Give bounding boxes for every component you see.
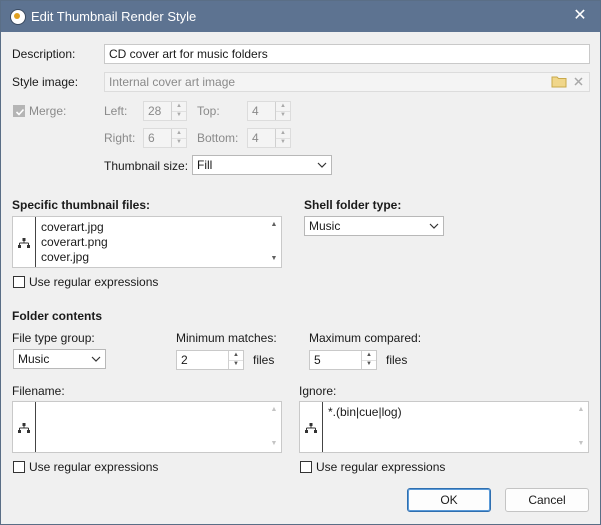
right-value: 6 — [148, 131, 155, 145]
title-bar: Edit Thumbnail Render Style ✕ — [1, 1, 600, 32]
ok-button[interactable]: OK — [407, 488, 491, 512]
description-label: Description: — [12, 47, 76, 61]
thumbnail-size-label: Thumbnail size: — [104, 159, 189, 173]
scroll-down-icon[interactable]: ▼ — [267, 438, 281, 450]
scroll-up-icon[interactable]: ▲ — [574, 404, 588, 416]
scroll-down-icon[interactable]: ▼ — [267, 253, 281, 265]
top-value: 4 — [252, 104, 259, 118]
filename-list[interactable]: ▲ ▼ — [12, 401, 282, 453]
left-label: Left: — [104, 104, 128, 118]
max-compared-down-icon[interactable]: ▼ — [362, 360, 376, 369]
list-item[interactable]: coverart.png — [41, 235, 108, 250]
specific-files-label: Specific thumbnail files: — [12, 198, 151, 212]
max-compared-value: 5 — [314, 353, 321, 367]
description-input[interactable]: CD cover art for music folders — [104, 44, 590, 64]
app-icon — [10, 9, 26, 25]
min-matches-stepper[interactable]: 2 ▲ ▼ — [176, 350, 244, 370]
max-compared-unit: files — [386, 353, 408, 367]
merge-checkbox[interactable] — [13, 105, 25, 117]
bottom-value: 4 — [252, 131, 259, 145]
left-down-icon[interactable]: ▼ — [172, 111, 186, 120]
right-label: Right: — [104, 131, 136, 145]
list-item[interactable]: coverart.jpg — [41, 220, 108, 235]
dialog-window: Edit Thumbnail Render Style ✕ Descriptio… — [0, 0, 601, 525]
specific-files-regex-checkbox[interactable] — [13, 276, 25, 288]
shell-folder-value: Music — [309, 219, 341, 233]
window-title: Edit Thumbnail Render Style — [31, 9, 197, 24]
list-item[interactable]: *.(bin|cue|log) — [328, 405, 402, 420]
specific-files-regex-label: Use regular expressions — [29, 275, 159, 289]
tree-icon — [305, 423, 317, 433]
scroll-down-icon[interactable]: ▼ — [574, 438, 588, 450]
specific-files-list[interactable]: coverart.jpg coverart.png cover.jpg ▲ ▼ — [12, 216, 282, 268]
ignore-list[interactable]: *.(bin|cue|log) ▲ ▼ — [299, 401, 589, 453]
max-compared-stepper[interactable]: 5 ▲ ▼ — [309, 350, 377, 370]
scroll-up-icon[interactable]: ▲ — [267, 404, 281, 416]
clear-icon[interactable] — [574, 77, 583, 86]
scrollbar[interactable]: ▲ ▼ — [267, 217, 281, 267]
right-down-icon[interactable]: ▼ — [172, 138, 186, 147]
top-label: Top: — [197, 104, 220, 118]
cancel-button[interactable]: Cancel — [505, 488, 589, 512]
folder-icon[interactable] — [551, 75, 567, 88]
merge-label: Merge: — [29, 104, 67, 118]
style-image-placeholder: Internal cover art image — [109, 75, 236, 89]
top-stepper[interactable]: 4 ▲ ▼ — [247, 101, 291, 121]
folder-contents-heading: Folder contents — [12, 309, 103, 323]
bottom-label: Bottom: — [197, 131, 239, 145]
shell-folder-select[interactable]: Music — [304, 216, 444, 236]
list-item[interactable]: cover.jpg — [41, 250, 108, 265]
min-matches-value: 2 — [181, 353, 188, 367]
bottom-stepper[interactable]: 4 ▲ ▼ — [247, 128, 291, 148]
filename-regex-label: Use regular expressions — [29, 460, 159, 474]
scrollbar[interactable]: ▲ ▼ — [267, 402, 281, 452]
top-down-icon[interactable]: ▼ — [276, 111, 290, 120]
min-matches-label: Minimum matches: — [176, 331, 277, 345]
chevron-down-icon — [429, 223, 439, 229]
max-compared-label: Maximum compared: — [309, 331, 422, 345]
thumbnail-size-value: Fill — [197, 158, 213, 172]
style-image-input[interactable]: Internal cover art image — [104, 72, 590, 92]
scrollbar[interactable]: ▲ ▼ — [574, 402, 588, 452]
filename-label: Filename: — [12, 384, 65, 398]
right-stepper[interactable]: 6 ▲ ▼ — [143, 128, 187, 148]
thumbnail-size-select[interactable]: Fill — [192, 155, 332, 175]
left-stepper[interactable]: 28 ▲ ▼ — [143, 101, 187, 121]
min-matches-down-icon[interactable]: ▼ — [229, 360, 243, 369]
file-type-group-select[interactable]: Music — [13, 349, 106, 369]
chevron-down-icon — [91, 356, 101, 362]
min-matches-unit: files — [253, 353, 275, 367]
file-type-group-label: File type group: — [12, 331, 95, 345]
tree-icon — [18, 423, 30, 433]
ignore-label: Ignore: — [299, 384, 337, 398]
file-type-group-value: Music — [18, 352, 50, 366]
ignore-regex-checkbox[interactable] — [300, 461, 312, 473]
style-image-label: Style image: — [12, 75, 79, 89]
ignore-regex-label: Use regular expressions — [316, 460, 446, 474]
chevron-down-icon — [317, 162, 327, 168]
tree-icon — [18, 238, 30, 248]
bottom-down-icon[interactable]: ▼ — [276, 138, 290, 147]
scroll-up-icon[interactable]: ▲ — [267, 219, 281, 231]
filename-regex-checkbox[interactable] — [13, 461, 25, 473]
left-value: 28 — [148, 104, 162, 118]
close-icon[interactable]: ✕ — [568, 4, 592, 28]
shell-folder-label: Shell folder type: — [304, 198, 402, 212]
